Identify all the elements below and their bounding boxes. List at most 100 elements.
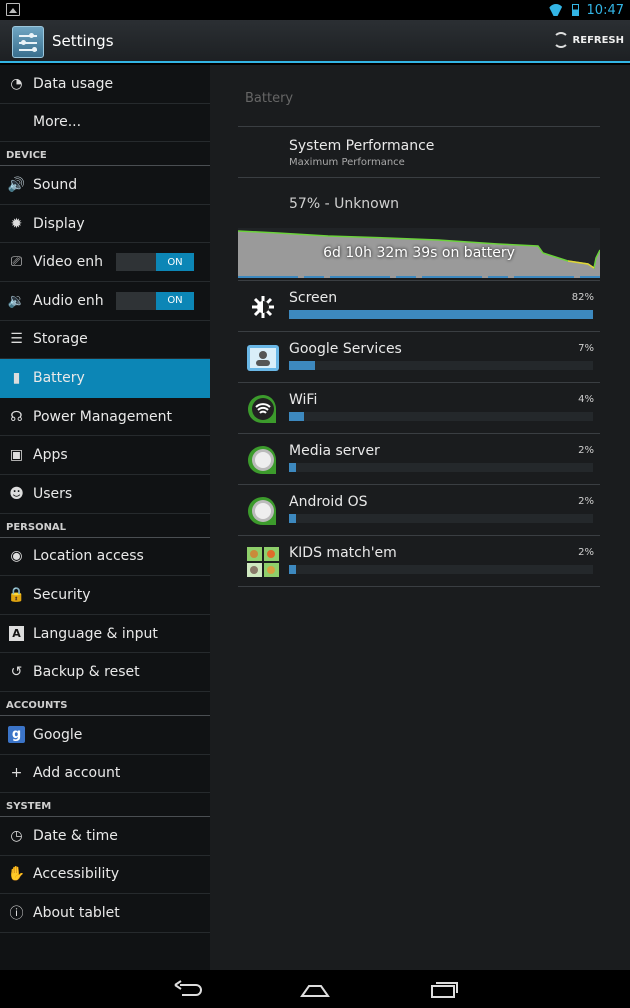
usage-row[interactable]: Android OS 2% [238,485,600,536]
usage-percent: 2% [578,547,594,558]
battery-status-icon [571,4,579,16]
sidebar-item-label: Storage [33,331,88,348]
usage-row[interactable]: Google Services 7% [238,332,600,383]
section-title: Battery [245,91,294,106]
sidebar-item-add-account[interactable]: + Add account [0,755,210,794]
sidebar-item-accessibility[interactable]: ✋ Accessibility [0,856,210,895]
sidebar-item-language-input[interactable]: A Language & input [0,615,210,654]
sidebar-item-more[interactable]: More... [0,104,210,143]
usage-name: Screen [289,290,338,306]
section-header: ACCOUNTS [0,692,210,716]
wifi-signal-icon [548,4,564,16]
sidebar-item-battery[interactable]: ▮ Battery [0,359,210,398]
section-header: PERSONAL [0,514,210,538]
usage-bar-track [289,310,593,319]
video-enhance-icon: ⎚ [10,254,23,271]
page-title: Settings [52,32,114,50]
display-icon: ✹ [10,215,23,232]
usage-bar-fill [289,361,316,370]
usage-percent: 2% [578,445,594,456]
usage-name: Google Services [289,341,402,357]
toggle-on-label: ON [156,253,194,272]
usage-bar-fill [289,412,304,421]
usage-percent: 4% [578,394,594,405]
sidebar-item-about-tablet[interactable]: ⓘ About tablet [0,894,210,933]
sidebar-item-label: Audio enha [33,292,103,309]
location-icon: ◉ [10,548,23,565]
usage-name: WiFi [289,392,318,408]
sidebar-item-label: Security [33,586,91,603]
media-server-icon [246,444,280,476]
battery-history-graph[interactable]: 6d 10h 32m 39s on battery [237,228,601,278]
toggle-switch[interactable]: ON [116,291,194,310]
kids-match-icon [246,546,280,578]
sidebar-item-label: More... [33,114,82,131]
sidebar-item-label: Data usage [33,75,114,92]
sound-icon: 🔊 [7,176,26,193]
sidebar-item-audio-enha[interactable]: 🔉 Audio enha ON [0,282,210,321]
settings-sidebar: ◔ Data usage More... DEVICE 🔊 Sound ✹ Display ⎚ V… [0,65,210,970]
clock-icon: ◷ [10,827,23,844]
hand-icon: ✋ [7,866,26,883]
usage-bar-track [289,565,593,574]
screen-brightness-icon [246,291,280,323]
lock-icon: 🔒 [7,586,26,603]
sidebar-item-google[interactable]: g Google [0,716,210,755]
divider [238,126,600,127]
divider [238,280,600,281]
sidebar-item-label: Location access [33,548,144,565]
sidebar-item-apps[interactable]: ▣ Apps [0,436,210,475]
toggle-on-label: ON [156,291,194,310]
usage-row[interactable]: WiFi 4% [238,383,600,434]
refresh-button[interactable]: REFRESH [552,32,624,48]
sidebar-item-location-access[interactable]: ◉ Location access [0,538,210,577]
section-header: DEVICE [0,142,210,167]
sidebar-item-sound[interactable]: 🔊 Sound [0,166,210,205]
clock: 10:47 [586,2,624,18]
sidebar-item-display[interactable]: ✹ Display [0,205,210,244]
sidebar-item-date-time[interactable]: ◷ Date & time [0,817,210,856]
sidebar-item-video-enha[interactable]: ⎚ Video enha ON [0,243,210,282]
sidebar-item-label: Battery [33,369,85,386]
google-icon: g [0,726,33,744]
usage-percent: 82% [571,292,594,303]
usage-row[interactable]: KIDS match'em 2% [238,536,600,587]
sidebar-item-label: Google [33,726,83,743]
users-icon: ☻ [9,485,24,502]
sidebar-item-label: Sound [33,176,78,193]
usage-bar-track [289,412,593,421]
sidebar-item-data-usage[interactable]: ◔ Data usage [0,65,210,104]
usage-bar-fill [289,565,297,574]
sidebar-item-backup-reset[interactable]: ↺ Backup & reset [0,653,210,692]
navigation-bar [0,970,630,1008]
usage-bar-fill [289,514,297,523]
usage-row[interactable]: Screen 82% [238,281,600,332]
sidebar-item-label: Display [33,215,85,232]
performance-subtitle: Maximum Performance [289,157,405,168]
settings-app-icon[interactable] [12,26,44,58]
section-header: SYSTEM [0,793,210,818]
sidebar-item-users[interactable]: ☻ Users [0,475,210,514]
action-bar: Settings REFRESH [0,20,630,63]
usage-percent: 2% [578,496,594,507]
apps-icon: ▣ [9,447,24,464]
usage-row[interactable]: Media server 2% [238,434,600,485]
back-button-icon[interactable] [172,978,204,1000]
status-bar: 10:47 [0,0,630,20]
sidebar-item-security[interactable]: 🔒 Security [0,576,210,615]
home-button-icon[interactable] [299,978,331,1000]
recent-apps-button-icon[interactable] [428,978,460,1000]
android-os-icon [246,495,280,527]
sidebar-item-storage[interactable]: ☰ Storage [0,321,210,360]
google-services-icon [246,342,280,374]
sidebar-item-power-management[interactable]: ☊ Power Management [0,398,210,437]
wifi-icon [246,393,280,425]
usage-name: Media server [289,443,380,459]
usage-bar-fill [289,463,297,472]
performance-title[interactable]: System Performance [289,138,434,154]
usage-name: KIDS match'em [289,545,397,561]
time-on-battery: 6d 10h 32m 39s on battery [323,245,515,261]
toggle-switch[interactable]: ON [116,253,194,272]
storage-icon: ☰ [10,331,23,348]
battery-detail-pane: Battery System Performance Maximum Perfo… [210,65,630,970]
